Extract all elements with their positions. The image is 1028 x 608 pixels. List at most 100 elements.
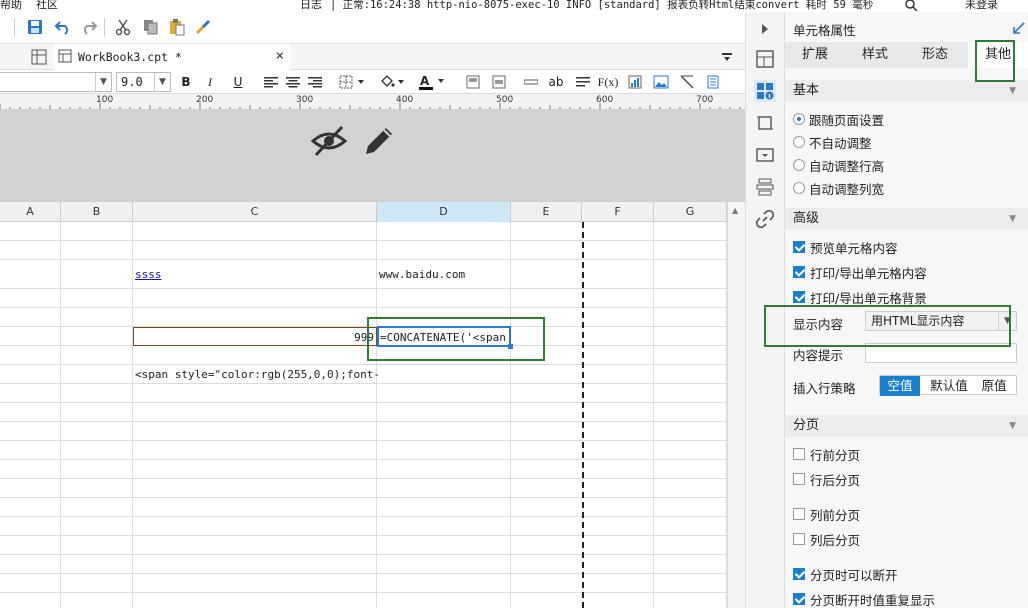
insert-option-default[interactable]: 默认值 bbox=[926, 376, 972, 396]
vertical-center-icon[interactable] bbox=[490, 72, 508, 92]
radio-no-adjust[interactable]: 不自动调整 bbox=[793, 133, 872, 151]
insert-chart-icon[interactable] bbox=[626, 72, 644, 92]
check-repeat-on-break[interactable]: 分页断开时值重复显示 bbox=[793, 590, 935, 608]
search-icon[interactable] bbox=[904, 0, 918, 12]
tab-form[interactable]: 形态 bbox=[905, 42, 965, 68]
border-icon[interactable] bbox=[338, 72, 368, 92]
collapse-arrow-icon[interactable] bbox=[754, 18, 776, 40]
condition-attributes-icon[interactable] bbox=[754, 176, 776, 198]
radio-auto-col-width[interactable]: 自动调整列宽 bbox=[793, 179, 884, 197]
cell-properties-icon[interactable] bbox=[754, 80, 776, 102]
grid-line bbox=[0, 421, 727, 422]
grid-line bbox=[0, 288, 727, 289]
toolbar-divider bbox=[14, 18, 15, 36]
align-right-icon[interactable] bbox=[306, 72, 324, 92]
strikethrough-icon[interactable] bbox=[522, 72, 540, 92]
paste-icon[interactable] bbox=[166, 16, 188, 38]
check-print-background[interactable]: 打印/导出单元格背景 bbox=[793, 288, 927, 306]
checkbox bbox=[793, 593, 805, 605]
menu-bar: 帮助 社区 日志 | 正常:16:24:38 http-nio-8075-exe… bbox=[0, 0, 1028, 12]
resize-arrow-icon[interactable] bbox=[1013, 22, 1025, 37]
cut-icon[interactable] bbox=[112, 16, 134, 38]
redo-icon[interactable] bbox=[78, 16, 100, 38]
dropdown-widget-icon[interactable] bbox=[754, 144, 776, 166]
pencil-icon[interactable] bbox=[362, 124, 396, 161]
cell-c-link[interactable]: ssss bbox=[135, 268, 162, 281]
check-print-content[interactable]: 打印/导出单元格内容 bbox=[793, 263, 927, 281]
section-paging[interactable]: 分页 ▼ bbox=[785, 415, 1028, 437]
menu-community[interactable]: 社区 bbox=[36, 0, 58, 11]
col-header-a[interactable]: A bbox=[0, 202, 61, 222]
copy-icon[interactable] bbox=[140, 16, 162, 38]
cell-c-number[interactable]: 999 bbox=[133, 327, 377, 346]
cell-d-url[interactable]: www.baidu.com bbox=[379, 268, 465, 281]
cell-c-html[interactable]: <span style="color:rgb(255,0,0);font- bbox=[135, 368, 380, 381]
section-advanced[interactable]: 高级 ▼ bbox=[785, 208, 1028, 230]
col-header-g[interactable]: G bbox=[654, 202, 727, 222]
check-preview-content[interactable]: 预览单元格内容 bbox=[793, 238, 898, 256]
main-toolbar bbox=[0, 12, 745, 44]
radio-button bbox=[793, 182, 805, 194]
insert-image-icon[interactable] bbox=[652, 72, 670, 92]
check-page-after-row[interactable]: 行后分页 bbox=[793, 470, 860, 488]
insert-option-original[interactable]: 原值 bbox=[974, 376, 1014, 396]
check-page-break-allowed[interactable]: 分页时可以断开 bbox=[793, 565, 898, 583]
align-center-icon[interactable] bbox=[284, 72, 302, 92]
check-page-before-col[interactable]: 列前分页 bbox=[793, 505, 860, 523]
ruler-label: 200 bbox=[196, 95, 214, 105]
insert-row-segment: 空值 默认值 原值 bbox=[879, 375, 1017, 396]
tab-menu-icon[interactable] bbox=[716, 46, 738, 68]
col-header-d[interactable]: D bbox=[377, 202, 511, 222]
save-icon[interactable] bbox=[24, 16, 46, 38]
formula-button[interactable]: F(x) bbox=[596, 72, 620, 92]
eye-off-icon[interactable] bbox=[310, 124, 348, 161]
cell-layout-icon[interactable] bbox=[754, 48, 776, 70]
ruler-label: 400 bbox=[396, 95, 414, 105]
tab-style[interactable]: 样式 bbox=[845, 42, 905, 68]
grid-line bbox=[0, 383, 727, 384]
hyperlink-icon[interactable] bbox=[754, 208, 776, 230]
align-left-icon[interactable] bbox=[262, 72, 280, 92]
check-page-before-row[interactable]: 行前分页 bbox=[793, 445, 860, 463]
radio-auto-row-height[interactable]: 自动调整行高 bbox=[793, 156, 884, 174]
chevron-down-icon: ▼ bbox=[1009, 214, 1016, 224]
radio-follow-page[interactable]: 跟随页面设置 bbox=[793, 110, 884, 128]
top-align-icon[interactable] bbox=[464, 72, 482, 92]
grid-view-icon[interactable] bbox=[28, 46, 50, 68]
subreport-icon[interactable] bbox=[704, 72, 722, 92]
col-header-c[interactable]: C bbox=[133, 202, 377, 222]
bold-button[interactable]: B bbox=[178, 72, 194, 92]
check-page-after-col[interactable]: 列后分页 bbox=[793, 530, 860, 548]
slash-cell-icon[interactable] bbox=[678, 72, 696, 92]
insert-option-empty[interactable]: 空值 bbox=[880, 376, 920, 396]
menu-log[interactable]: 日志 bbox=[300, 0, 322, 11]
multi-line-icon[interactable] bbox=[574, 72, 592, 92]
login-link[interactable]: 未登录 bbox=[965, 0, 998, 11]
italic-button[interactable]: I bbox=[202, 72, 218, 92]
tab-expand[interactable]: 扩展 bbox=[785, 42, 845, 68]
scroll-up-icon[interactable]: ▲ bbox=[732, 206, 738, 215]
col-header-b[interactable]: B bbox=[61, 202, 133, 222]
grid-line bbox=[0, 497, 727, 498]
fill-color-icon[interactable] bbox=[378, 72, 408, 92]
format-painter-icon[interactable] bbox=[192, 16, 214, 38]
widget-settings-icon[interactable] bbox=[754, 112, 776, 134]
spreadsheet-grid[interactable]: ssss www.baidu.com 999 =CONCATENATE('<sp… bbox=[0, 222, 727, 608]
close-tab-icon[interactable]: × bbox=[276, 48, 284, 64]
text-tool-button[interactable]: ab bbox=[546, 72, 566, 92]
tab-workbook[interactable]: WorkBook3.cpt * × bbox=[54, 44, 290, 70]
menu-help[interactable]: 帮助 bbox=[0, 0, 22, 11]
radio-button bbox=[793, 113, 805, 125]
section-basic[interactable]: 基本 ▼ bbox=[785, 80, 1028, 102]
font-family-select[interactable]: ▼ bbox=[0, 72, 112, 92]
col-header-e[interactable]: E bbox=[511, 202, 582, 222]
vertical-scrollbar[interactable]: ▲ bbox=[727, 202, 745, 608]
font-size-select[interactable]: 9.0 ▼ bbox=[116, 72, 171, 92]
col-header-f[interactable]: F bbox=[582, 202, 654, 222]
chevron-down-icon: ▼ bbox=[95, 73, 111, 91]
toolbar-divider bbox=[104, 18, 105, 36]
undo-icon[interactable] bbox=[52, 16, 74, 38]
underline-button[interactable]: U bbox=[230, 72, 246, 92]
font-color-icon[interactable]: A bbox=[418, 72, 448, 92]
radio-button bbox=[793, 159, 805, 171]
